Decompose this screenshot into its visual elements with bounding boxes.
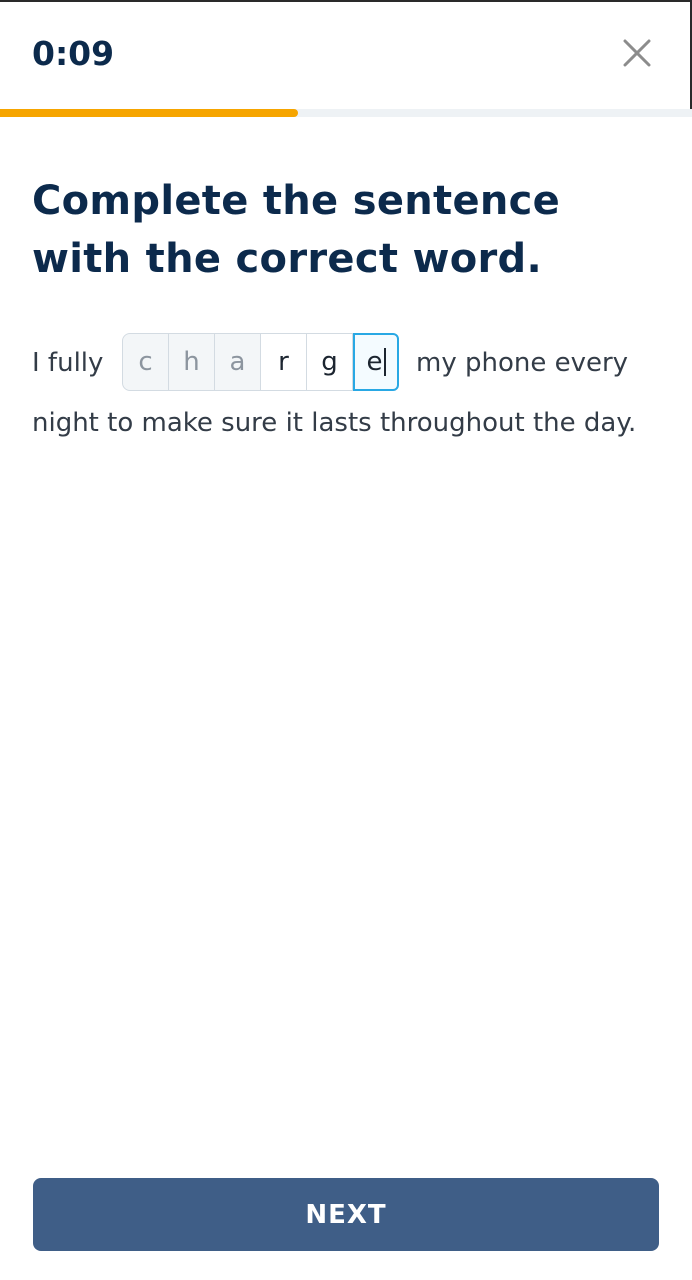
letter-char: r — [278, 347, 289, 377]
progress-bar — [0, 109, 692, 117]
letter-char: a — [229, 347, 246, 377]
letter-box-3[interactable]: a — [215, 333, 261, 391]
top-border — [0, 0, 692, 2]
letter-box-2[interactable]: h — [169, 333, 215, 391]
letter-char: h — [183, 347, 200, 377]
sentence-after: my phone every — [416, 348, 629, 378]
next-button[interactable]: NEXT — [33, 1178, 659, 1251]
sentence-line-2: night to make sure it lasts throughout t… — [32, 408, 637, 438]
close-button[interactable] — [614, 30, 660, 76]
letter-char: c — [138, 347, 153, 377]
sentence-before: I fully — [32, 348, 104, 378]
letter-char: g — [321, 347, 338, 377]
answer-word-input[interactable]: cha r ge — [122, 333, 399, 391]
letter-box-1[interactable]: c — [122, 333, 169, 391]
timer: 0:09 — [32, 34, 115, 73]
close-icon — [623, 39, 651, 67]
letter-char: e — [366, 347, 383, 377]
text-caret — [383, 348, 386, 376]
letter-box-6[interactable]: e — [353, 333, 399, 391]
progress-bar-fill — [0, 109, 298, 117]
question-prompt: Complete the sentence with the correct w… — [32, 178, 561, 282]
letter-box-5[interactable]: g — [307, 333, 353, 391]
letter-box-4[interactable]: r — [261, 333, 307, 391]
